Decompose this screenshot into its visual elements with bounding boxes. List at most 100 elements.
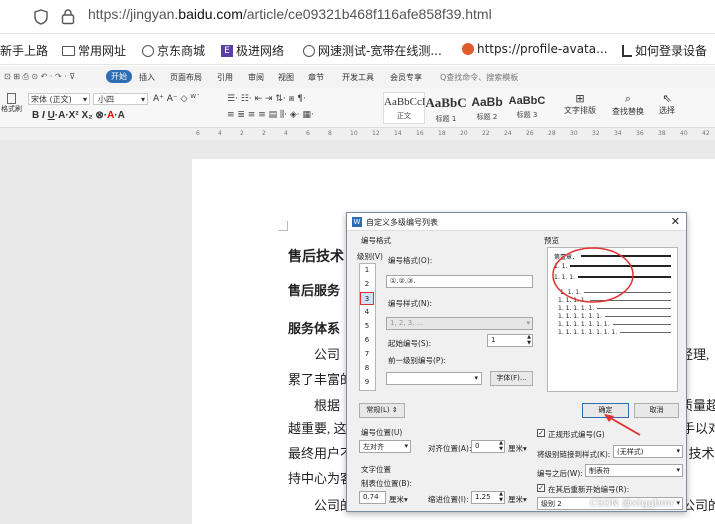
tab-start[interactable]: 开始 xyxy=(106,70,132,83)
font-button[interactable]: 字体(F)... xyxy=(490,371,533,386)
style-select[interactable]: 1, 2, 3, ... ▾ xyxy=(386,317,533,330)
horizontal-ruler[interactable]: 6 4 2 2 4 6 8 10 12 14 16 18 20 22 24 26 28 30 32 34 36 38 40 4… xyxy=(0,128,715,140)
restart-checkbox[interactable]: ✓ xyxy=(537,484,545,492)
bookmark-common-sites[interactable]: 常用网址 xyxy=(62,42,126,59)
level-item-6[interactable]: 6 xyxy=(360,334,374,347)
style-heading3[interactable]: AaBbC 标题 3 xyxy=(506,92,548,124)
font-grow-shrink-clear-icons[interactable]: A⁺ A⁻ ◇ ᵂ˙ xyxy=(153,94,200,104)
line-accum: 累了丰富的 xyxy=(288,372,354,387)
level-item-2[interactable]: 2 xyxy=(360,278,374,291)
close-icon[interactable]: ✕ xyxy=(671,215,680,228)
preview-line: 1. 1. 1. 1. 1. xyxy=(558,304,671,312)
preview-line-rule xyxy=(597,307,671,309)
shield-icon[interactable] xyxy=(34,9,48,25)
preview-line: 1. 1. 1. 1. 1. 1. 1. xyxy=(558,320,671,328)
preview-line: 1. 1. 1. 1. 1. 1. 1. 1. xyxy=(558,328,671,336)
find-replace-button[interactable]: ⌕ 查找替换 xyxy=(608,92,648,117)
bold-italic-underline-icons[interactable]: B I U·A·X² X₂ ⊗·A·A xyxy=(32,110,125,121)
bookmark-label: 京东商城 xyxy=(157,44,206,58)
line-important: 越重要, 这 xyxy=(288,421,347,436)
bookmarks-bar: 新手上路 常用网址 京东商城 E 极进网络 网速测试-宽带在线测... https… xyxy=(0,35,715,65)
bookmark-speedtest[interactable]: 网速测试-宽带在线测... xyxy=(303,42,442,59)
level-item-1[interactable]: 1 xyxy=(360,264,374,277)
align-select[interactable]: 左对齐 ▾ xyxy=(359,440,411,453)
find-replace-label: 查找替换 xyxy=(612,107,644,116)
tab-position-stepper[interactable]: 0.74 xyxy=(359,491,386,504)
format-input[interactable]: ①.②.③. xyxy=(386,275,533,288)
bookmark-label: 常用网址 xyxy=(78,44,127,58)
text-layout-button[interactable]: ⊞ 文字排版 xyxy=(562,92,598,116)
level-item-7[interactable]: 7 xyxy=(360,348,374,361)
unit-cm-label-3[interactable]: 厘米▾ xyxy=(508,494,527,505)
normal-style-checkbox[interactable]: ✓ xyxy=(537,429,545,437)
unit-cm-label-1[interactable]: 厘米▾ xyxy=(508,443,527,454)
font-size-select[interactable]: 小四 ▾ xyxy=(93,93,148,105)
stepper-arrows-icon[interactable]: ▲ ▼ xyxy=(527,334,531,346)
style-label: 标题 2 xyxy=(476,113,498,121)
style-heading1[interactable]: AaBbC 标题 1 xyxy=(425,92,467,124)
format-painter-button[interactable]: 格式刷 xyxy=(1,93,22,114)
lock-icon[interactable] xyxy=(61,8,75,25)
bookmark-login-device[interactable]: 如何登录设备 xyxy=(622,42,707,59)
ruler-tick-label: 8 xyxy=(328,130,332,137)
bookmark-jd[interactable]: 京东商城 xyxy=(142,42,205,59)
link-style-select[interactable]: (无样式) ▾ xyxy=(613,445,683,458)
unit-cm-text: 厘米 xyxy=(508,444,523,453)
align-position-label: 对齐位置(A): xyxy=(428,444,472,453)
unit-cm-label-2[interactable]: 厘米▾ xyxy=(389,494,408,505)
quick-access-icons[interactable]: ⊡ ⊞ ⎙ ⊙ ↶ · ↷ · ⊽ xyxy=(4,72,75,82)
tab-view[interactable]: 视图 xyxy=(278,72,294,83)
level-item-8[interactable]: 8 xyxy=(360,362,374,375)
level-item-4[interactable]: 4 xyxy=(360,306,374,319)
brush-icon xyxy=(6,93,16,104)
stepper-arrows-icon[interactable]: ▲ ▼ xyxy=(499,440,503,452)
command-search[interactable]: Q查找命令、搜索模板 xyxy=(440,72,518,83)
indent-stepper[interactable]: 1.25 ▲ ▼ xyxy=(471,491,505,504)
ruler-tick-label: 6 xyxy=(196,130,200,137)
red-circle-annotation xyxy=(552,247,634,303)
red-arrow-annotation xyxy=(604,414,641,436)
tab-developer[interactable]: 开发工具 xyxy=(342,72,374,83)
tab-page-layout[interactable]: 页面布局 xyxy=(170,72,202,83)
tab-position-value: 0.74 xyxy=(363,493,379,501)
tab-references[interactable]: 引用 xyxy=(217,72,233,83)
level-item-9[interactable]: 9 xyxy=(360,376,374,389)
prev-level-select[interactable]: ▾ xyxy=(386,372,482,385)
globe-icon xyxy=(303,44,315,57)
ruler-tick-label: 34 xyxy=(614,130,622,137)
ruler-tick-label: 16 xyxy=(416,130,424,137)
tab-review[interactable]: 审阅 xyxy=(248,72,264,83)
style-label: 编号样式(N): xyxy=(388,299,432,308)
tab-insert[interactable]: 插入 xyxy=(139,72,155,83)
style-normal[interactable]: AaBbCcI 正文 xyxy=(383,92,426,124)
bookmark-profile[interactable]: https://profile-avata... xyxy=(462,42,608,56)
ruler-tick-label: 26 xyxy=(526,130,534,137)
list-icons[interactable]: ☰· ☷· ⇤ ⇥ ⇅· ⧆ ¶· xyxy=(227,94,306,104)
paragraph-align-icons[interactable]: ≡ ≣ ≡ ≡ ▤ ⫼· ◈· ▦· xyxy=(227,110,314,120)
align-position-stepper[interactable]: 0 ▲ ▼ xyxy=(471,440,505,453)
normal-button[interactable]: 常规(L) ⇕ xyxy=(359,403,405,418)
select-button[interactable]: ⇖ 选择 xyxy=(652,92,682,116)
level-item-5[interactable]: 5 xyxy=(360,320,374,333)
bookmark-newbie[interactable]: 新手上路 xyxy=(0,42,48,59)
unit-cm-text: 厘米 xyxy=(508,495,523,504)
margin-corner-mark xyxy=(278,221,288,231)
stepper-arrows-icon[interactable]: ▲ ▼ xyxy=(499,491,503,503)
style-sample: AaBb xyxy=(471,95,503,109)
start-number-stepper[interactable]: 1 ▲ ▼ xyxy=(487,334,533,347)
tab-chapter[interactable]: 章节 xyxy=(308,72,324,83)
style-label: 标题 3 xyxy=(516,111,538,119)
style-sample: AaBbC xyxy=(425,95,467,110)
search-icon: ⌕ xyxy=(624,92,632,105)
after-number-select[interactable]: 制表符 ▾ xyxy=(585,464,683,477)
level-item-3-selected[interactable]: 3 xyxy=(360,292,374,305)
font-name-select[interactable]: 宋体 (正文) ▾ xyxy=(28,93,90,105)
style-heading2[interactable]: AaBb 标题 2 xyxy=(466,92,508,124)
indent-label: 缩进位置(I): xyxy=(428,495,469,504)
bookmark-jijin[interactable]: E 极进网络 xyxy=(221,42,284,59)
dialog-title: 自定义多级编号列表 xyxy=(366,218,438,227)
url-text[interactable]: https://jingyan.baidu.com/article/ce0932… xyxy=(88,6,492,22)
tab-member[interactable]: 会员专享 xyxy=(390,72,422,83)
dialog-titlebar: W 自定义多级编号列表 ✕ xyxy=(347,213,686,231)
heading-after-sales-service: 售后服务 xyxy=(288,283,341,298)
